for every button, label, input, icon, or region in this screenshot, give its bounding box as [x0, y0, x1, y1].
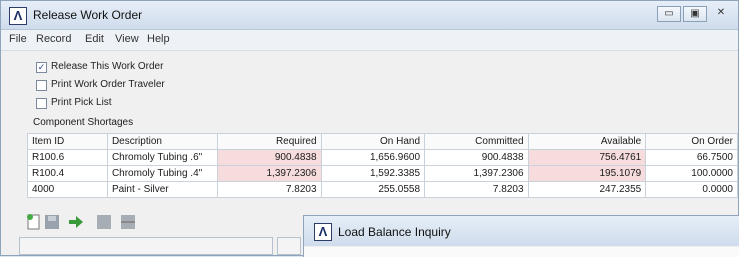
- component-shortages-table: Item ID Description Required On Hand Com…: [27, 133, 738, 198]
- cell-required[interactable]: 1,397.2306: [217, 165, 322, 182]
- table-header-row: Item ID Description Required On Hand Com…: [27, 133, 738, 150]
- cell-on-hand[interactable]: 255.0558: [320, 181, 426, 198]
- column-header[interactable]: On Order: [645, 133, 738, 150]
- cell-committed[interactable]: 7.8203: [424, 181, 529, 198]
- checkbox-checked-icon[interactable]: ✓: [36, 62, 47, 73]
- column-header[interactable]: Required: [217, 133, 322, 150]
- menu-record[interactable]: Record: [36, 33, 71, 45]
- app-logo-icon: Λ: [314, 223, 332, 241]
- release-work-order-window: Λ Release Work Order ▭ ▣ ✕ File Record E…: [0, 0, 739, 257]
- column-header[interactable]: Available: [527, 133, 647, 150]
- column-header[interactable]: Committed: [424, 133, 529, 150]
- checkbox-label: Release This Work Order: [51, 61, 164, 72]
- checkbox-icon[interactable]: [36, 98, 47, 109]
- menu-file[interactable]: File: [9, 33, 27, 45]
- cell-on-order[interactable]: 66.7500: [645, 149, 738, 166]
- section-label: Component Shortages: [33, 117, 134, 128]
- column-header[interactable]: Description: [106, 133, 219, 150]
- cell-description[interactable]: Paint - Silver: [106, 181, 219, 198]
- menu-bar: File Record Edit View Help: [1, 30, 738, 51]
- title-bar: Λ Release Work Order ▭ ▣ ✕: [1, 1, 738, 30]
- cell-item-id[interactable]: R100.6: [27, 149, 108, 166]
- cell-on-hand[interactable]: 1,592.3385: [320, 165, 426, 182]
- print-icon[interactable]: [95, 213, 113, 231]
- cell-description[interactable]: Chromoly Tubing .6": [106, 149, 219, 166]
- maximize-button[interactable]: ▣: [683, 6, 707, 22]
- app-logo-icon: Λ: [9, 7, 27, 25]
- minimize-button[interactable]: ▭: [657, 6, 681, 22]
- status-bar-pane: [277, 237, 301, 255]
- table-row[interactable]: 4000 Paint - Silver 7.8203 255.0558 7.82…: [27, 181, 738, 198]
- checkbox-icon[interactable]: [36, 80, 47, 91]
- delete-icon[interactable]: [119, 213, 137, 231]
- go-icon[interactable]: [67, 213, 85, 231]
- window-title: Load Balance Inquiry: [338, 225, 451, 239]
- close-button[interactable]: ✕: [709, 6, 733, 22]
- cell-committed[interactable]: 1,397.2306: [424, 165, 529, 182]
- cell-required[interactable]: 900.4838: [217, 149, 322, 166]
- column-header[interactable]: On Hand: [320, 133, 426, 150]
- load-balance-inquiry-window[interactable]: Λ Load Balance Inquiry: [303, 215, 739, 257]
- checkbox-label: Print Pick List: [51, 97, 112, 108]
- menu-edit[interactable]: Edit: [85, 33, 104, 45]
- table-row[interactable]: R100.4 Chromoly Tubing .4" 1,397.2306 1,…: [27, 165, 738, 182]
- cell-available[interactable]: 756.4761: [527, 149, 647, 166]
- cell-on-order[interactable]: 100.0000: [645, 165, 738, 182]
- cell-on-order[interactable]: 0.0000: [645, 181, 738, 198]
- menu-view[interactable]: View: [115, 33, 139, 45]
- checkbox-label: Print Work Order Traveler: [51, 79, 165, 90]
- save-icon[interactable]: [43, 213, 61, 231]
- window-title: Release Work Order: [33, 8, 143, 22]
- status-bar: [19, 237, 273, 255]
- menu-help[interactable]: Help: [147, 33, 170, 45]
- cell-required[interactable]: 7.8203: [217, 181, 322, 198]
- cell-description[interactable]: Chromoly Tubing .4": [106, 165, 219, 182]
- cell-item-id[interactable]: R100.4: [27, 165, 108, 182]
- title-bar: Λ Load Balance Inquiry: [304, 216, 739, 246]
- cell-item-id[interactable]: 4000: [27, 181, 108, 198]
- column-header[interactable]: Item ID: [27, 133, 108, 150]
- cell-available[interactable]: 247.2355: [527, 181, 647, 198]
- new-icon[interactable]: [25, 213, 43, 231]
- table-row[interactable]: R100.6 Chromoly Tubing .6" 900.4838 1,65…: [27, 149, 738, 166]
- cell-available[interactable]: 195.1079: [527, 165, 647, 182]
- cell-committed[interactable]: 900.4838: [424, 149, 529, 166]
- cell-on-hand[interactable]: 1,656.9600: [320, 149, 426, 166]
